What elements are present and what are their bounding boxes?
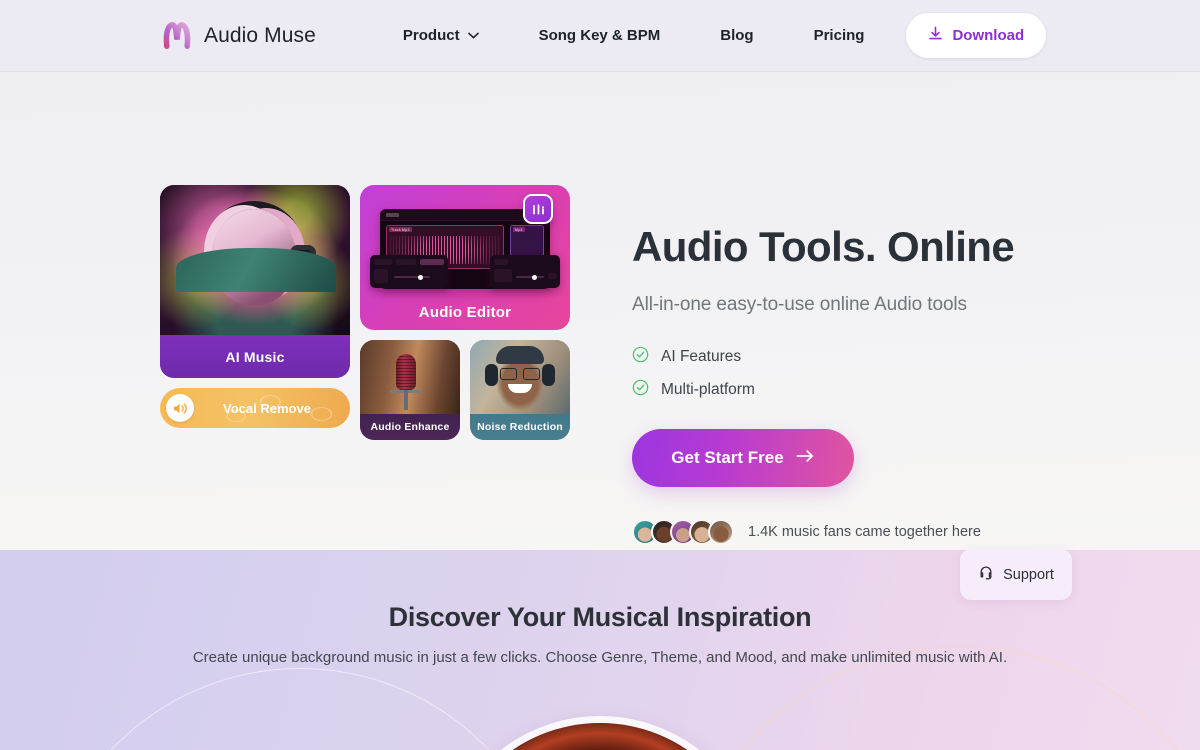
- collage-card-noise-reduction-label: Noise Reduction: [470, 414, 570, 440]
- collage-card-audio-editor[interactable]: Track.Mp3 Mp3 Audio Editor: [360, 185, 570, 330]
- download-button[interactable]: Download: [906, 13, 1047, 58]
- collage-card-audio-enhance[interactable]: Audio Enhance: [360, 340, 460, 440]
- hero-title: Audio Tools. Online: [632, 223, 1015, 270]
- collage-card-vocal-remove-label: Vocal Remove: [223, 400, 311, 416]
- brand-logo-link[interactable]: Audio Muse: [160, 19, 316, 53]
- nav-item-pricing-label: Pricing: [813, 27, 865, 44]
- collage-card-ai-music-label: AI Music: [160, 335, 350, 378]
- feature-item-multi-platform-label: Multi-platform: [661, 381, 755, 399]
- nav-item-song-key-bpm[interactable]: Song Key & BPM: [539, 27, 661, 44]
- daw-panel-right: [490, 255, 560, 288]
- main-navigation: Product Song Key & BPM Blog Pricing Down…: [403, 13, 1047, 58]
- collage-card-ai-music[interactable]: AI Music: [160, 185, 350, 378]
- collage-card-noise-reduction[interactable]: Noise Reduction: [470, 340, 570, 440]
- nav-item-product[interactable]: Product: [403, 27, 479, 44]
- collage-card-vocal-remove[interactable]: Vocal Remove: [160, 388, 350, 428]
- noise-reduction-photo: [470, 340, 570, 414]
- mic-stand-graphic: [404, 388, 408, 410]
- headphone-right-graphic: [542, 364, 555, 386]
- site-header: Audio Muse Product Song Key & BPM Blog P…: [0, 0, 1200, 72]
- vinyl-record-graphic: [445, 723, 755, 750]
- smile-graphic: [508, 384, 532, 393]
- get-start-free-button[interactable]: Get Start Free: [632, 429, 854, 488]
- nav-item-blog-label: Blog: [720, 27, 754, 44]
- feature-item-ai-features: AI Features: [632, 346, 1102, 368]
- nav-item-product-label: Product: [402, 27, 460, 44]
- chevron-down-icon: [467, 32, 479, 39]
- daw-panel-left: [370, 255, 448, 288]
- hero-copy: Audio Tools. Online All-in-one easy-to-u…: [632, 144, 1102, 546]
- daw-clip-tag-2: Mp3: [513, 227, 525, 232]
- collage-card-audio-enhance-label: Audio Enhance: [360, 414, 460, 440]
- check-circle-icon: [632, 346, 649, 368]
- audio-muse-wave-logo-icon: [160, 19, 194, 53]
- section-description: Create unique background music in just a…: [192, 649, 1008, 666]
- check-circle-icon: [632, 379, 649, 401]
- glasses-graphic: [500, 368, 540, 380]
- headset-icon: [978, 564, 994, 585]
- nav-item-blog[interactable]: Blog: [720, 27, 753, 44]
- support-widget-label: Support: [1003, 566, 1054, 583]
- get-start-free-button-label: Get Start Free: [671, 448, 784, 468]
- hero-section: AI Music Vocal Remove Track.Mp3 Mp3 Audi…: [0, 72, 1200, 550]
- hero-collage: AI Music Vocal Remove Track.Mp3 Mp3 Audi…: [160, 185, 570, 440]
- audio-enhance-photo: [360, 340, 460, 414]
- social-proof-text: 1.4K music fans came together here: [748, 524, 981, 541]
- section-heading: Discover Your Musical Inspiration: [388, 602, 812, 632]
- nav-item-song-key-bpm-label: Song Key & BPM: [538, 27, 661, 44]
- daw-clip-tag: Track.Mp3: [389, 227, 412, 232]
- nav-item-pricing[interactable]: Pricing: [814, 27, 865, 44]
- hero-feature-list: AI Features Multi-platform: [632, 346, 1102, 401]
- avatar-group: [632, 519, 734, 546]
- download-icon: [928, 26, 943, 46]
- hero-subtitle: All-in-one easy-to-use online Audio tool…: [632, 294, 967, 316]
- social-proof: 1.4K music fans came together here: [632, 519, 1102, 546]
- equalizer-icon: [523, 194, 553, 224]
- headphone-left-graphic: [485, 364, 498, 386]
- ai-music-photo: [160, 185, 350, 335]
- brand-name: Audio Muse: [204, 23, 316, 47]
- mic-grill-graphic: [396, 354, 416, 390]
- feature-item-ai-features-label: AI Features: [661, 348, 742, 366]
- jacket-graphic: [176, 248, 336, 292]
- avatar: [708, 519, 734, 546]
- speaker-wave-icon: [166, 394, 194, 422]
- decor-arc-left: [40, 668, 560, 750]
- cap-graphic: [496, 346, 544, 364]
- support-widget-button[interactable]: Support: [960, 549, 1072, 600]
- page-root: Audio Muse Product Song Key & BPM Blog P…: [0, 0, 1200, 750]
- collage-card-audio-editor-label: Audio Editor: [418, 303, 512, 321]
- download-button-label: Download: [952, 27, 1025, 44]
- feature-item-multi-platform: Multi-platform: [632, 379, 1102, 401]
- arrow-right-icon: [796, 448, 815, 468]
